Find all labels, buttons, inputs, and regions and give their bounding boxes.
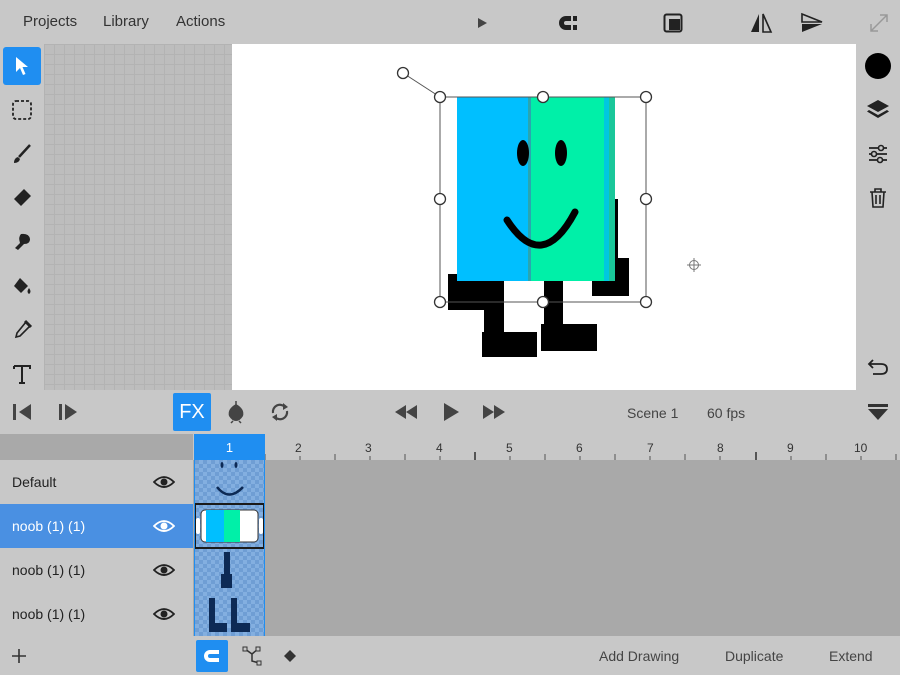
layers-icon[interactable]	[862, 94, 894, 126]
fps-label[interactable]: 60 fps	[707, 405, 745, 421]
timeline: 2 3 4 5 6 7 8 9 10 1 Default noob (1) (1…	[0, 434, 900, 636]
character-body-green	[529, 97, 604, 281]
layer-name: noob (1) (1)	[12, 518, 86, 534]
frame-number[interactable]: 3	[365, 441, 372, 455]
onion-skin-icon[interactable]	[222, 398, 250, 426]
frame-thumbnail-face	[216, 462, 244, 496]
crop-icon[interactable]	[660, 10, 686, 36]
visibility-eye-icon[interactable]	[153, 516, 175, 536]
left-toolbar	[0, 44, 44, 390]
frame-number[interactable]: 2	[295, 441, 302, 455]
select-tool[interactable]	[3, 47, 41, 85]
frame-ruler[interactable]: 2 3 4 5 6 7 8 9 10	[193, 434, 900, 460]
right-toolbar	[856, 44, 900, 390]
layer-row[interactable]: noob (1) (1)	[0, 548, 193, 592]
expand-icon[interactable]	[866, 10, 892, 36]
undo-icon[interactable]	[862, 350, 894, 382]
flip-vertical-icon[interactable]	[799, 10, 825, 36]
frame-column-1[interactable]	[194, 460, 265, 636]
fill-tool[interactable]	[3, 267, 41, 305]
menu-projects[interactable]: Projects	[23, 13, 77, 30]
top-bar: Projects Library Actions	[0, 0, 900, 44]
visibility-eye-icon[interactable]	[153, 604, 175, 624]
drawing-canvas[interactable]	[232, 44, 856, 390]
magnet-icon[interactable]	[556, 10, 582, 36]
menu-library[interactable]: Library	[103, 13, 149, 30]
bottom-bar: Add Drawing Duplicate Extend	[0, 636, 900, 675]
frame-number[interactable]: 4	[436, 441, 443, 455]
fast-forward-icon[interactable]	[480, 398, 508, 426]
play-button-icon[interactable]	[437, 398, 465, 426]
layer-row-default[interactable]: Default	[0, 460, 193, 504]
color-swatch[interactable]	[862, 50, 894, 82]
current-frame-marker[interactable]: 1	[194, 434, 265, 460]
eyedropper-tool[interactable]	[3, 311, 41, 349]
smudge-tool[interactable]	[3, 223, 41, 261]
previous-frame-icon[interactable]	[8, 398, 36, 426]
path-tool-icon[interactable]	[236, 640, 268, 672]
adjust-icon[interactable]	[862, 138, 894, 170]
playback-bar: FX Scene 1 60 fps	[0, 390, 900, 434]
layer-name: noob (1) (1)	[12, 562, 86, 578]
eraser-tool[interactable]	[3, 179, 41, 217]
duplicate-button[interactable]: Duplicate	[725, 648, 783, 664]
frame-number[interactable]: 8	[717, 441, 724, 455]
visibility-eye-icon[interactable]	[153, 560, 175, 580]
layer-name: noob (1) (1)	[12, 606, 86, 622]
frame-number[interactable]: 9	[787, 441, 794, 455]
play-icon[interactable]	[469, 10, 495, 36]
add-drawing-button[interactable]: Add Drawing	[599, 648, 679, 664]
add-layer-icon[interactable]	[3, 640, 35, 672]
collapse-timeline-icon[interactable]	[864, 398, 892, 426]
layer-row[interactable]: noob (1) (1)	[0, 592, 193, 636]
pasteboard	[44, 44, 232, 390]
rewind-icon[interactable]	[392, 398, 420, 426]
flip-horizontal-icon[interactable]	[748, 10, 774, 36]
layer-name: Default	[12, 474, 57, 490]
fx-button[interactable]: FX	[173, 393, 211, 431]
frame-number[interactable]: 5	[506, 441, 513, 455]
brush-tool[interactable]	[3, 135, 41, 173]
loop-icon[interactable]	[266, 398, 294, 426]
frame-number[interactable]: 7	[647, 441, 654, 455]
menu-actions[interactable]: Actions	[176, 13, 225, 30]
character-body-blue	[457, 97, 531, 281]
frame-number[interactable]: 6	[576, 441, 583, 455]
extend-button[interactable]: Extend	[829, 648, 873, 664]
scene-label[interactable]: Scene 1	[627, 405, 678, 421]
marquee-tool[interactable]	[3, 91, 41, 129]
magnet-snap-icon[interactable]	[196, 640, 228, 672]
frame-number[interactable]: 10	[854, 441, 867, 455]
canvas-artwork	[396, 66, 701, 357]
text-tool[interactable]	[3, 355, 41, 393]
next-frame-icon[interactable]	[54, 398, 82, 426]
keyframe-icon[interactable]	[274, 640, 306, 672]
trash-icon[interactable]	[862, 182, 894, 214]
layer-list: Default noob (1) (1) noob (1) (1) noob (…	[0, 460, 193, 636]
visibility-eye-icon[interactable]	[153, 472, 175, 492]
layer-row-selected[interactable]: noob (1) (1)	[0, 504, 193, 548]
